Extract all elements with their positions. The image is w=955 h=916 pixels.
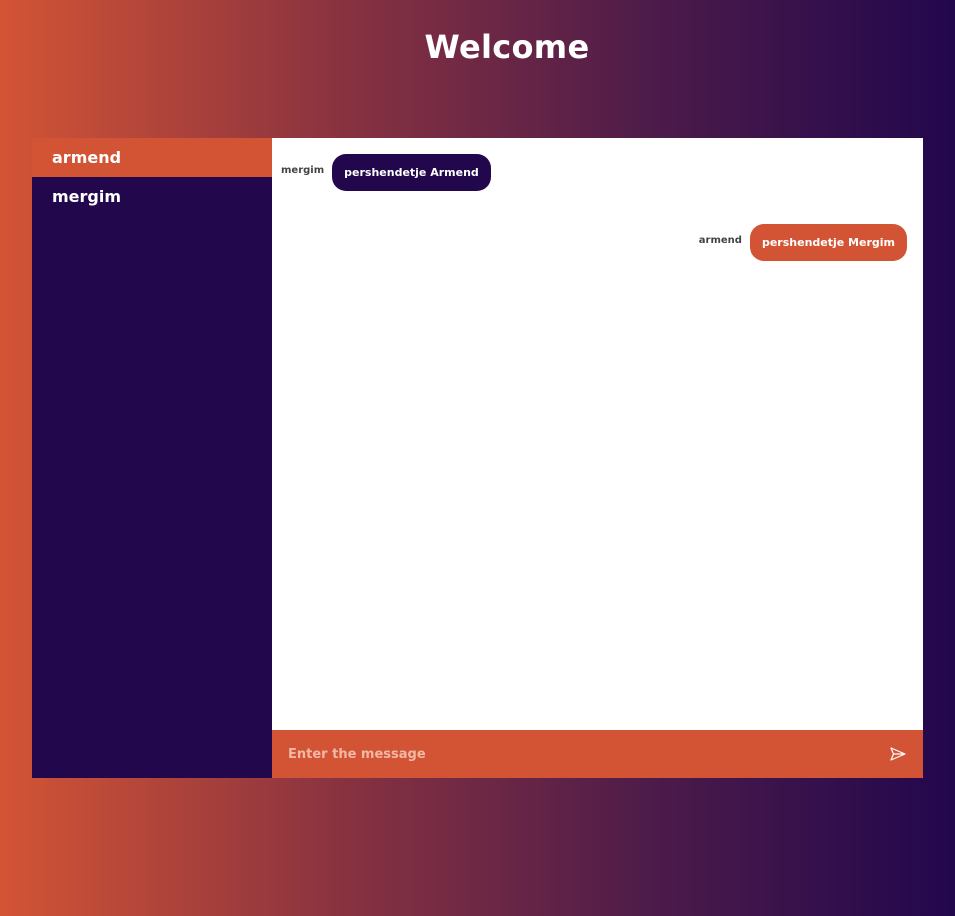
page-title: Welcome — [424, 28, 590, 66]
message-bubble: pershendetje Armend — [332, 154, 491, 191]
contact-item-mergim[interactable]: mergim — [32, 177, 272, 216]
message-sender: mergim — [281, 165, 325, 176]
message-bubble: pershendetje Mergim — [749, 224, 907, 261]
message-list: mergim pershendetje Armend armend pershe… — [272, 138, 923, 730]
send-button[interactable] — [889, 745, 907, 763]
message-row: mergim pershendetje Armend — [281, 154, 491, 191]
send-icon — [890, 747, 906, 761]
contacts-sidebar: armend mergim — [32, 138, 272, 778]
contact-item-armend[interactable]: armend — [32, 138, 272, 177]
message-sender: armend — [698, 235, 742, 246]
message-composer — [272, 730, 923, 778]
chat-app: armend mergim mergim pershendetje Armend… — [32, 138, 923, 778]
message-row: armend pershendetje Mergim — [699, 224, 907, 261]
chat-panel: mergim pershendetje Armend armend pershe… — [272, 138, 923, 778]
message-input[interactable] — [288, 746, 889, 762]
